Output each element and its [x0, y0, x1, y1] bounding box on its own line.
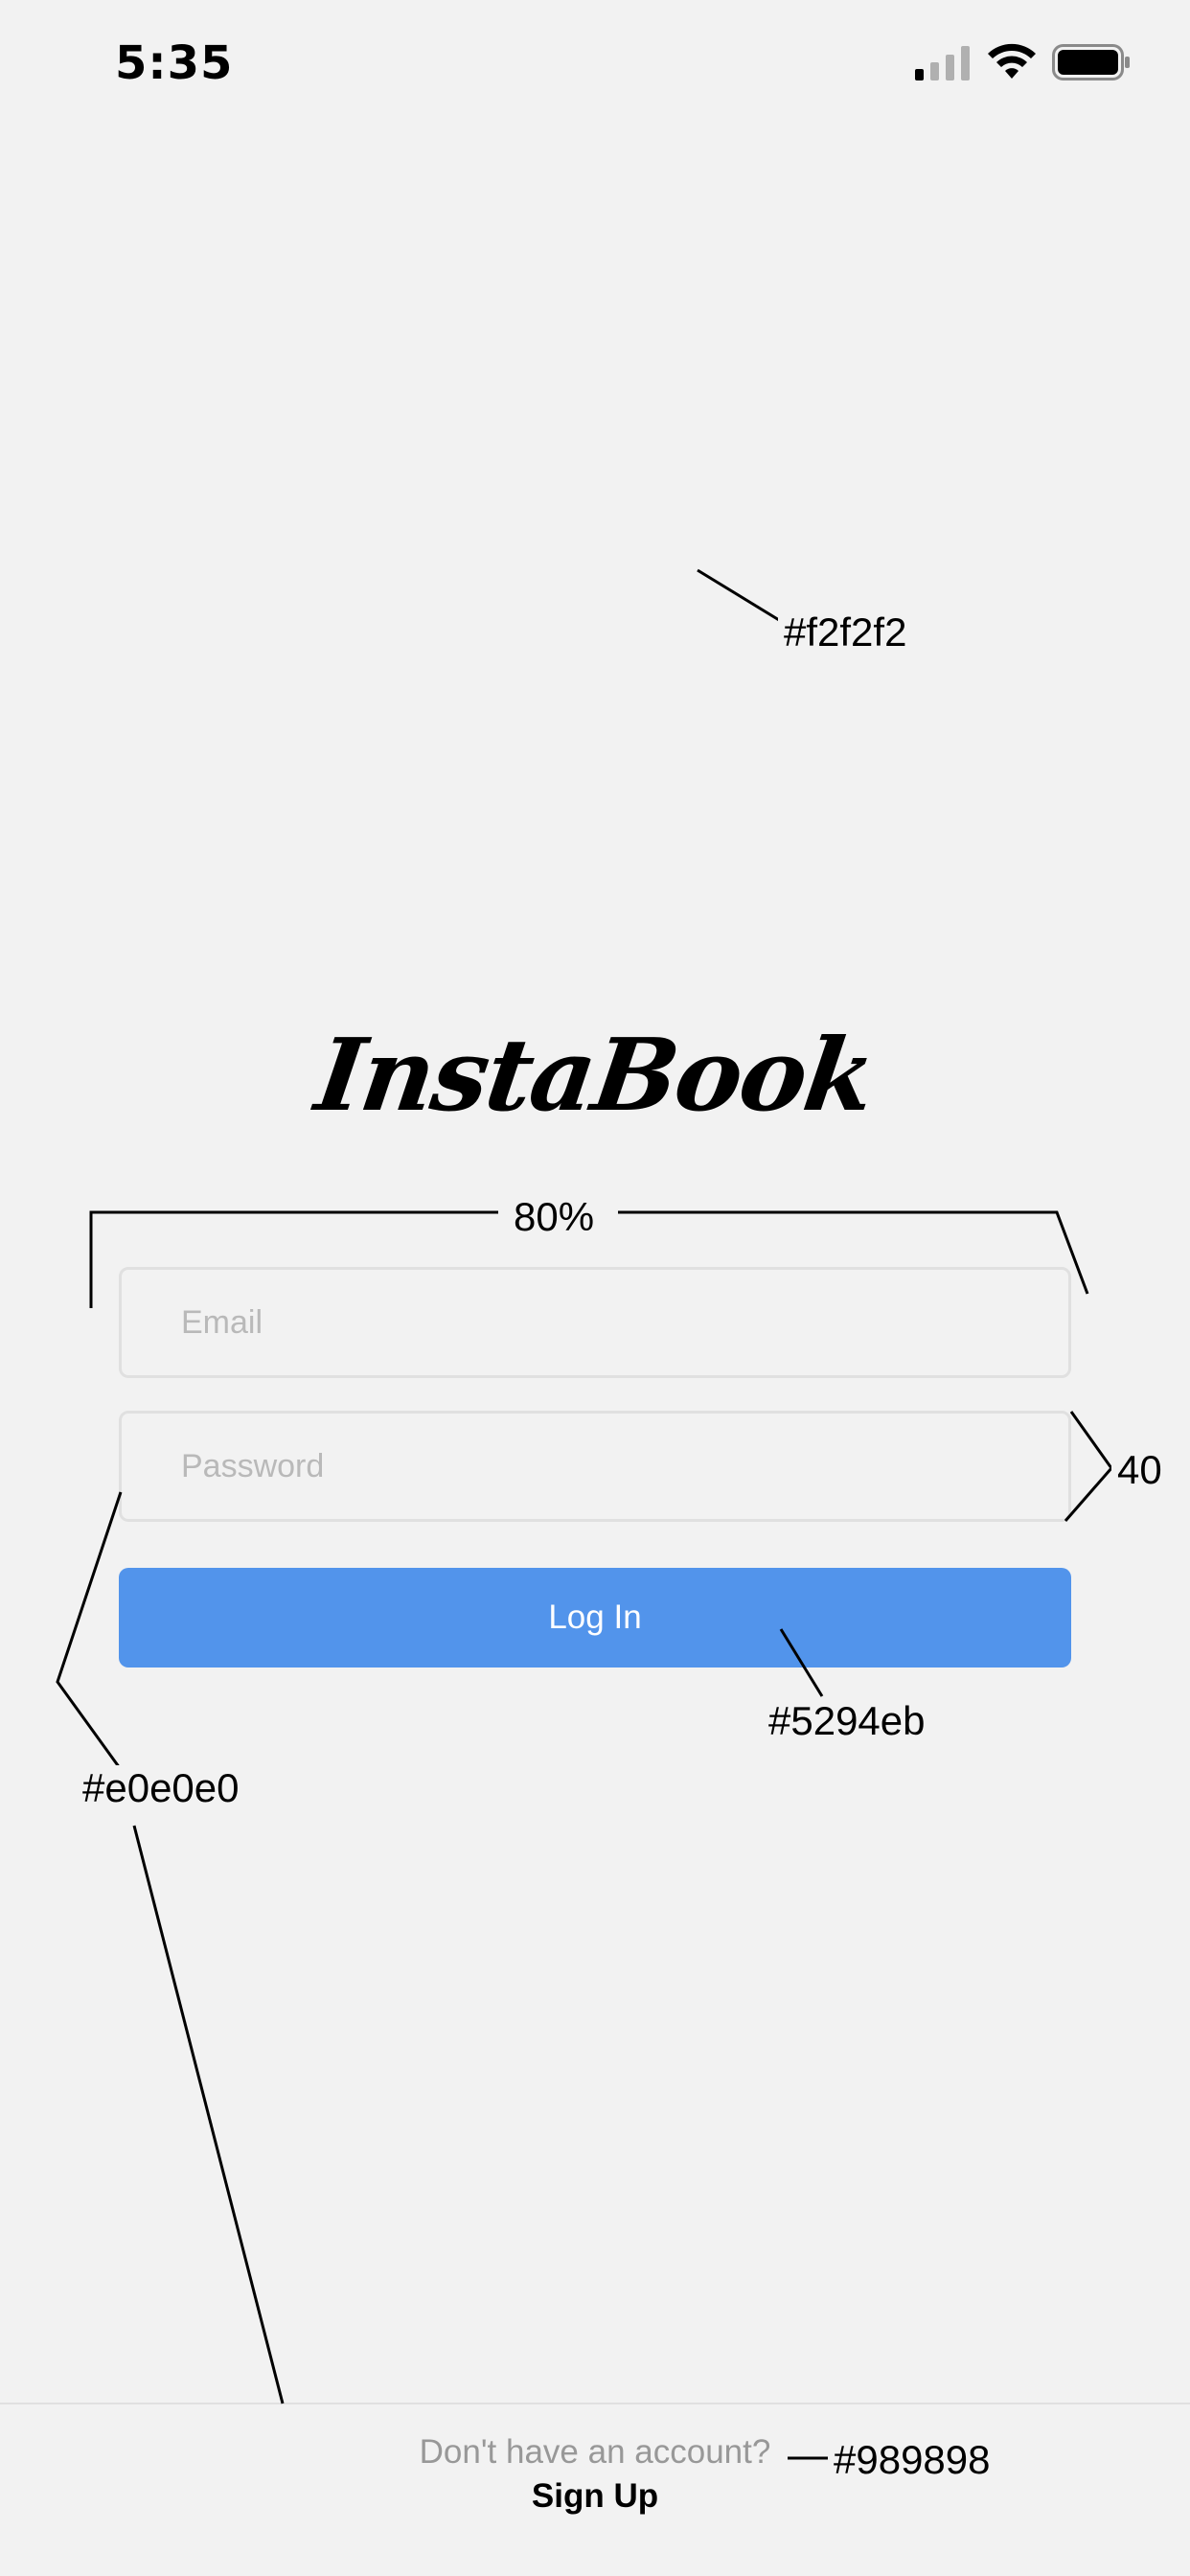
annotation-button-color: #5294eb: [763, 1698, 931, 1744]
annotation-background-color: #f2f2f2: [778, 610, 913, 656]
app-logo: InstaBook: [309, 1016, 881, 1134]
annotation-height: 40: [1111, 1447, 1168, 1493]
email-input[interactable]: [119, 1267, 1071, 1378]
cellular-signal-icon: [915, 46, 970, 80]
password-input[interactable]: [119, 1411, 1071, 1522]
annotation-footer-text-color: #989898: [828, 2437, 996, 2483]
footer-bar: Don't have an account? Sign Up: [0, 2403, 1190, 2576]
signup-link[interactable]: Sign Up: [0, 2477, 1190, 2516]
wifi-icon: [988, 43, 1036, 79]
battery-icon: [1052, 44, 1130, 80]
annotation-width: 80%: [508, 1194, 601, 1240]
signup-prompt: Don't have an account?: [419, 2433, 771, 2471]
status-bar: 5:35: [0, 0, 1190, 134]
status-time: 5:35: [115, 36, 234, 90]
annotation-border-color: #e0e0e0: [77, 1765, 245, 1811]
login-button[interactable]: Log In: [119, 1568, 1071, 1668]
